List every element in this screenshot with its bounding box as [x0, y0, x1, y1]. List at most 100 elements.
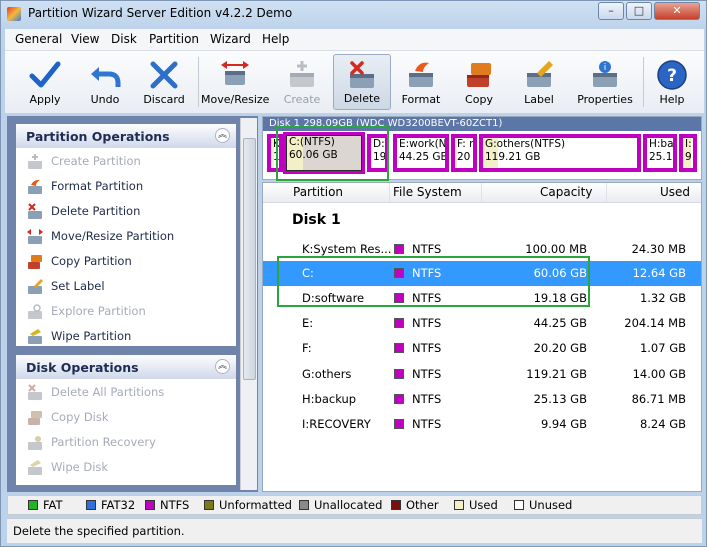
window-title: Partition Wizard Server Edition v4.2.2 D…	[28, 6, 293, 20]
vertical-scrollbar[interactable]	[240, 118, 257, 490]
column-header-file-system[interactable]: File System	[393, 185, 462, 199]
op-create-partition[interactable]: Create Partition	[26, 152, 231, 172]
recovery-icon	[28, 436, 42, 450]
ntfs-swatch	[394, 318, 404, 328]
partition-block-e[interactable]: E:work(NT 44.25 GB	[393, 134, 449, 172]
app-window: Partition Wizard Server Edition v4.2.2 D…	[0, 0, 707, 547]
partition-row[interactable]: I:RECOVERY NTFS 9.94 GB 8.24 GB	[263, 412, 701, 437]
partition-block-c[interactable]: C:(NTFS) 60.06 GB	[283, 132, 365, 174]
status-text: Delete the specified partition.	[13, 524, 185, 538]
menu-view[interactable]: View	[71, 32, 99, 46]
partition-row[interactable]: K:System Res... NTFS 100.00 MB 24.30 MB	[263, 237, 701, 262]
discard-icon	[150, 61, 178, 89]
ntfs-swatch	[394, 369, 404, 379]
op-set-label[interactable]: Set Label	[26, 277, 231, 297]
label-button[interactable]: Label	[509, 54, 569, 110]
list-header: Partition File System Capacity Used	[263, 183, 701, 203]
label-icon	[28, 279, 43, 294]
group-title: Partition Operations	[26, 129, 170, 144]
maximize-button[interactable]: □	[626, 2, 652, 20]
format-icon	[28, 179, 42, 194]
minimize-button[interactable]: –	[598, 2, 624, 20]
status-bar: Delete the specified partition.	[7, 518, 702, 543]
menu-help[interactable]: Help	[262, 32, 289, 46]
create-partition-icon	[290, 61, 314, 87]
op-wipe-disk[interactable]: Wipe Disk	[26, 458, 231, 478]
op-delete-all-partitions[interactable]: Delete All Partitions	[26, 383, 231, 403]
partition-operations-header[interactable]: Partition Operations ︽	[16, 124, 236, 148]
partition-row[interactable]: G:others NTFS 119.21 GB 14.00 GB	[263, 362, 701, 387]
op-format-partition[interactable]: Format Partition	[26, 177, 231, 197]
legend-bar: FAT FAT32 NTFS Unformatted Unallocated O…	[7, 495, 702, 515]
disk-operations-group: Disk Operations ︽ Delete All Partitions …	[16, 355, 236, 485]
partition-row[interactable]: F: NTFS 20.20 GB 1.07 GB	[263, 336, 701, 361]
apply-button[interactable]: Apply	[13, 54, 77, 110]
disk-map-header[interactable]: Disk 1 298.09GB (WDC WD3200BEVT-60ZCT1)	[263, 117, 701, 131]
partition-block-k[interactable]: K: 1	[267, 134, 283, 172]
group-title: Disk Operations	[26, 360, 139, 375]
menu-disk[interactable]: Disk	[111, 32, 137, 46]
ntfs-swatch	[394, 268, 404, 278]
collapse-icon[interactable]: ︽	[215, 359, 230, 374]
toolbar: Apply Undo Discard Move/Resize Create De…	[5, 51, 704, 114]
partition-operations-group: Partition Operations ︽ Create Partition …	[16, 124, 236, 346]
op-partition-recovery[interactable]: Partition Recovery	[26, 433, 231, 453]
move-resize-button[interactable]: Move/Resize	[201, 54, 269, 110]
partition-row[interactable]: E: NTFS 44.25 GB 204.14 MB	[263, 311, 701, 336]
create-button[interactable]: Create	[275, 54, 329, 110]
undo-button[interactable]: Undo	[75, 54, 135, 110]
menu-partition[interactable]: Partition	[149, 32, 199, 46]
copy-icon	[28, 255, 42, 269]
create-partition-icon	[28, 154, 42, 169]
partition-row-selected[interactable]: C: NTFS 60.06 GB 12.64 GB	[263, 261, 701, 286]
column-header-capacity[interactable]: Capacity	[540, 185, 592, 199]
label-icon	[527, 61, 553, 87]
partition-block-h[interactable]: H:ba 25.1	[643, 134, 677, 172]
column-header-partition[interactable]: Partition	[293, 185, 343, 199]
copy-button[interactable]: Copy	[451, 54, 507, 110]
scrollbar-thumb[interactable]	[243, 138, 256, 380]
partition-list: Partition File System Capacity Used Disk…	[262, 182, 702, 492]
explore-icon	[28, 304, 42, 319]
op-copy-partition[interactable]: Copy Partition	[26, 252, 231, 272]
partition-block-i[interactable]: I: 9	[679, 134, 697, 172]
properties-icon: i	[593, 61, 617, 87]
toolbar-separator	[198, 57, 199, 107]
properties-button[interactable]: i Properties	[571, 54, 639, 110]
format-icon	[409, 62, 433, 87]
partition-block-g[interactable]: G:others(NTFS) 119.21 GB	[479, 134, 641, 172]
title-bar: Partition Wizard Server Edition v4.2.2 D…	[1, 1, 706, 27]
wipe-icon	[28, 329, 42, 344]
discard-button[interactable]: Discard	[133, 54, 195, 110]
delete-button[interactable]: Delete	[333, 54, 391, 110]
op-delete-partition[interactable]: Delete Partition	[26, 202, 231, 222]
column-header-used[interactable]: Used	[660, 185, 690, 199]
close-button[interactable]: ✕	[654, 2, 700, 20]
svg-text:i: i	[604, 63, 607, 73]
move-resize-icon	[27, 229, 43, 244]
disk-group-title[interactable]: Disk 1	[292, 212, 341, 228]
disk-operations-header[interactable]: Disk Operations ︽	[16, 355, 236, 379]
ntfs-swatch	[394, 394, 404, 404]
delete-partition-icon	[28, 203, 42, 219]
op-move-resize-partition[interactable]: Move/Resize Partition	[26, 227, 231, 247]
delete-all-icon	[28, 384, 42, 400]
op-wipe-partition[interactable]: Wipe Partition	[26, 327, 231, 347]
help-button[interactable]: ? Help	[647, 54, 697, 110]
partition-row[interactable]: H:backup NTFS 25.13 GB 86.71 MB	[263, 387, 701, 412]
op-copy-disk[interactable]: Copy Disk	[26, 408, 231, 428]
partition-block-f[interactable]: F: n 20	[451, 134, 477, 172]
partition-block-d[interactable]: D: 19	[367, 134, 389, 172]
menu-bar: General View Disk Partition Wizard Help	[5, 29, 704, 51]
format-button[interactable]: Format	[393, 54, 449, 110]
collapse-icon[interactable]: ︽	[215, 128, 230, 143]
menu-general[interactable]: General	[15, 32, 62, 46]
op-explore-partition[interactable]: Explore Partition	[26, 302, 231, 322]
copy-icon	[467, 63, 491, 87]
operations-panel: Partition Operations ︽ Create Partition …	[7, 116, 258, 492]
app-icon	[7, 7, 21, 21]
partition-row[interactable]: D:software NTFS 19.18 GB 1.32 GB	[263, 286, 701, 311]
ntfs-swatch	[394, 244, 404, 254]
svg-text:?: ?	[667, 66, 677, 86]
menu-wizard[interactable]: Wizard	[210, 32, 251, 46]
